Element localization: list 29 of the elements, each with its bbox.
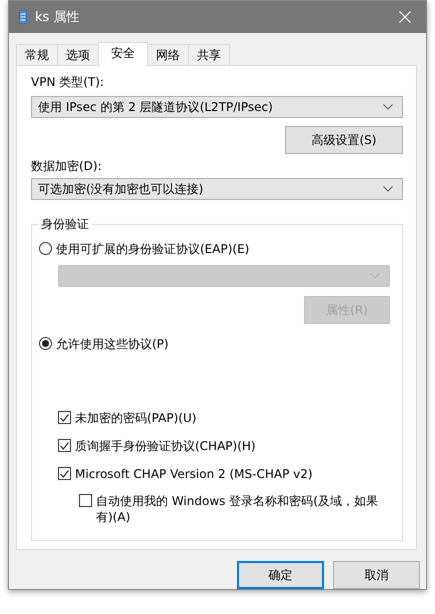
checkbox[interactable] bbox=[79, 494, 92, 507]
field-label: 数据加密(D): bbox=[31, 158, 103, 174]
tab[interactable]: 共享 bbox=[188, 44, 230, 65]
radio-button[interactable] bbox=[39, 242, 52, 255]
group-title: 身份验证 bbox=[38, 216, 92, 232]
dropdown[interactable]: 使用 IPsec 的第 2 层隧道协议(L2TP/IPsec) bbox=[31, 96, 403, 118]
device-icon bbox=[19, 10, 27, 24]
tab[interactable]: 安全 bbox=[98, 42, 148, 66]
option-label: 允许使用这些协议(P) bbox=[56, 336, 169, 352]
radio-button[interactable] bbox=[39, 337, 52, 350]
checkbox[interactable] bbox=[58, 411, 71, 424]
chevron-down-icon bbox=[370, 273, 380, 279]
field-label: VPN 类型(T): bbox=[31, 74, 105, 90]
option-label: 未加密的密码(PAP)(U) bbox=[75, 410, 196, 426]
tab[interactable]: 常规 bbox=[16, 44, 58, 65]
dropdown[interactable]: 可选加密(没有加密也可以连接) bbox=[31, 178, 403, 200]
chevron-down-icon bbox=[383, 104, 393, 110]
advanced-settings-button[interactable]: 高级设置(S) bbox=[285, 126, 403, 154]
chevron-down-icon bbox=[383, 186, 393, 192]
option-label: 使用可扩展的身份验证协议(EAP)(E) bbox=[56, 241, 250, 257]
option-label: 质询握手身份验证协议(CHAP)(H) bbox=[75, 438, 256, 454]
close-icon bbox=[399, 11, 411, 23]
option-label: Microsoft CHAP Version 2 (MS-CHAP v2) bbox=[75, 466, 313, 482]
checkbox[interactable] bbox=[58, 467, 71, 480]
option-label: 自动使用我的 Windows 登录名称和密码(及域，如果有)(A) bbox=[96, 493, 379, 525]
window-title: ks 属性 bbox=[35, 9, 80, 26]
checkbox[interactable] bbox=[58, 439, 71, 452]
dialog-button[interactable]: 确定 bbox=[237, 561, 324, 589]
dialog-button[interactable]: 取消 bbox=[333, 561, 420, 589]
